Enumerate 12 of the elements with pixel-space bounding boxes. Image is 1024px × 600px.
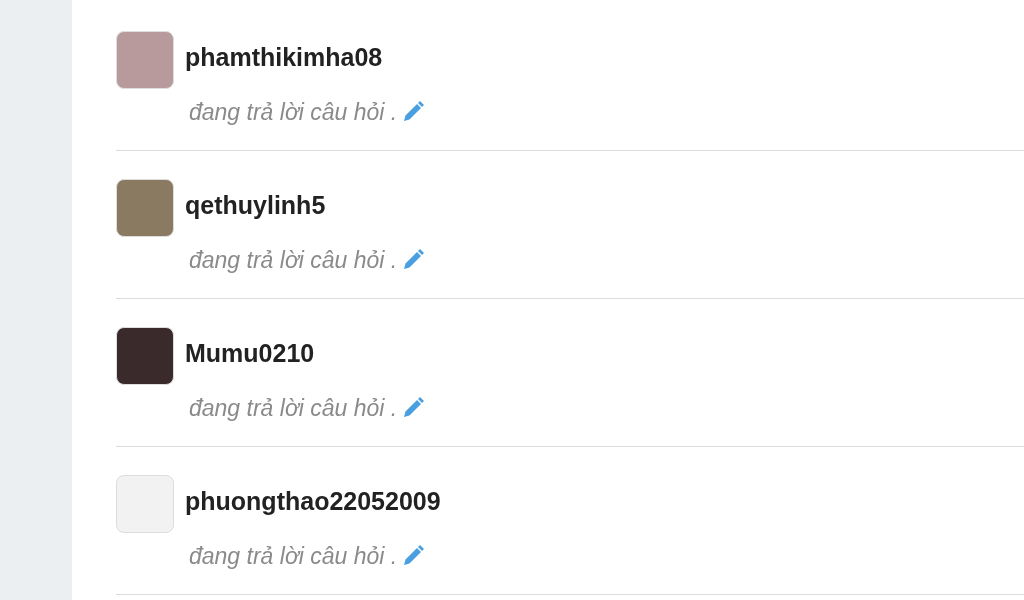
answering-status: đang trả lời câu hỏi .: [189, 246, 398, 275]
answering-status: đang trả lời câu hỏi .: [189, 98, 398, 127]
answering-status: đang trả lời câu hỏi .: [189, 542, 398, 571]
username[interactable]: phuongthao22052009: [185, 483, 441, 521]
avatar-photo-placeholder: [116, 475, 174, 533]
username[interactable]: Mumu0210: [185, 335, 315, 373]
username[interactable]: qethuylinh5: [185, 187, 326, 225]
avatar-photo-placeholder: [116, 327, 174, 385]
avatar-photo-placeholder: [116, 31, 174, 89]
username[interactable]: phamthikimha08: [185, 39, 383, 77]
avatar-photo-placeholder: [116, 179, 174, 237]
answering-status: đang trả lời câu hỏi .: [189, 394, 398, 423]
